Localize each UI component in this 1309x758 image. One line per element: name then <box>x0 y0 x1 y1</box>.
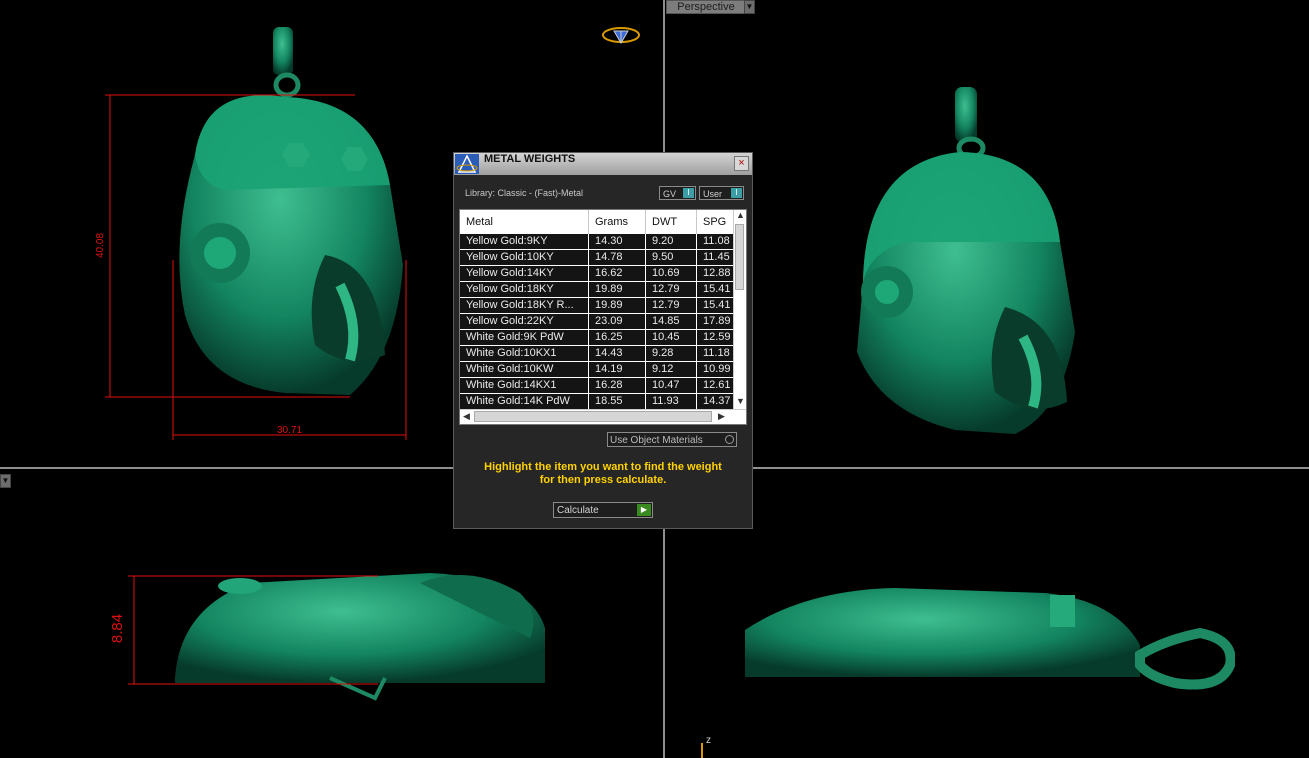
table-cell: Yellow Gold:14KY <box>460 266 589 281</box>
table-cell: 16.28 <box>589 378 646 393</box>
table-vertical-scrollbar[interactable]: ▲ ▼ <box>733 210 746 410</box>
dimension-lines-front <box>105 94 407 440</box>
dimension-height-label: 40.08 <box>95 232 107 259</box>
viewport-menu-dropdown-bottom-left[interactable]: ▼ <box>0 474 11 488</box>
scroll-up-arrow[interactable]: ▲ <box>736 210 745 220</box>
table-row[interactable]: White Gold:9K PdW 16.25 10.45 12.59 <box>460 330 742 346</box>
table-cell: 14.78 <box>589 250 646 265</box>
play-arrow-icon: ▶ <box>637 504 651 516</box>
user-toggle-label: User <box>703 189 723 199</box>
use-object-materials-label: Use Object Materials <box>610 435 703 446</box>
table-row[interactable]: Yellow Gold:10KY 14.78 9.50 11.45 <box>460 250 742 266</box>
instruction-line-1: Highlight the item you want to find the … <box>484 461 722 473</box>
matrix-logo-icon <box>455 154 479 174</box>
table-cell: 10.45 <box>646 330 697 345</box>
calculate-button[interactable]: Calculate ▶ <box>553 502 653 518</box>
table-cell: 18.55 <box>589 394 646 409</box>
radio-icon[interactable] <box>725 435 734 444</box>
dialog-title: METAL WEIGHTS <box>484 153 576 165</box>
table-cell: 14.43 <box>589 346 646 361</box>
horizontal-scroll-thumb[interactable] <box>474 411 712 422</box>
gv-toggle[interactable]: GV I <box>659 186 696 200</box>
table-cell: 9.12 <box>646 362 697 377</box>
table-cell: 14.85 <box>646 314 697 329</box>
user-toggle-knob: I <box>731 188 742 198</box>
table-row[interactable]: White Gold:10KX1 14.43 9.28 11.18 <box>460 346 742 362</box>
table-cell: 19.89 <box>589 298 646 313</box>
table-cell: 10.69 <box>646 266 697 281</box>
table-cell: Yellow Gold:22KY <box>460 314 589 329</box>
table-cell: 16.62 <box>589 266 646 281</box>
user-toggle[interactable]: User I <box>699 186 744 200</box>
library-label: Library: Classic - (Fast)-Metal <box>465 188 584 198</box>
table-cell: White Gold:14KX1 <box>460 378 589 393</box>
dimension-width-label: 30.71 <box>277 425 303 436</box>
table-cell: Yellow Gold:18KY <box>460 282 589 297</box>
viewport-menu-dropdown[interactable]: ▼ <box>744 0 755 14</box>
table-cell: White Gold:10KX1 <box>460 346 589 361</box>
viewport-label-perspective[interactable]: Perspective <box>666 0 746 14</box>
use-object-materials-option[interactable]: Use Object Materials <box>607 432 737 447</box>
table-row[interactable]: Yellow Gold:9KY 14.30 9.20 11.08 <box>460 234 742 250</box>
axis-z-label: z <box>706 735 711 746</box>
table-cell: 9.28 <box>646 346 697 361</box>
calculate-label: Calculate <box>557 505 599 516</box>
table-cell: Yellow Gold:9KY <box>460 234 589 249</box>
scroll-left-arrow[interactable]: ◀ <box>463 411 470 422</box>
table-row[interactable]: White Gold:10KW 14.19 9.12 10.99 <box>460 362 742 378</box>
table-horizontal-scrollbar[interactable]: ◀ ▶ <box>460 409 746 424</box>
table-cell: White Gold:9K PdW <box>460 330 589 345</box>
model-perspective-view[interactable] <box>845 82 1085 442</box>
table-cell: 10.47 <box>646 378 697 393</box>
scroll-right-arrow[interactable]: ▶ <box>718 411 725 422</box>
table-row[interactable]: White Gold:14KX1 16.28 10.47 12.61 <box>460 378 742 394</box>
column-header-dwt[interactable]: DWT <box>646 210 697 234</box>
axis-indicator: z <box>701 735 715 758</box>
dimension-depth-label: 8.84 <box>109 613 127 644</box>
close-button[interactable]: × <box>734 156 749 171</box>
gv-toggle-knob: I <box>683 188 694 198</box>
table-header: Metal Grams DWT SPG <box>460 210 742 234</box>
table-cell: 12.79 <box>646 282 697 297</box>
table-row[interactable]: Yellow Gold:14KY 16.62 10.69 12.88 <box>460 266 742 282</box>
table-row[interactable]: White Gold:14K PdW 18.55 11.93 14.37 <box>460 394 742 410</box>
table-cell: Yellow Gold:18KY R... <box>460 298 589 313</box>
table-cell: 14.19 <box>589 362 646 377</box>
dimension-lines-side <box>128 575 378 685</box>
dialog-title-bar[interactable]: METAL WEIGHTS × <box>454 153 752 175</box>
table-cell: Yellow Gold:10KY <box>460 250 589 265</box>
table-cell: 19.89 <box>589 282 646 297</box>
gv-toggle-label: GV <box>663 189 677 199</box>
navigation-cube-icon[interactable] <box>600 24 642 46</box>
instruction-line-2: for then press calculate. <box>539 474 667 486</box>
column-header-grams[interactable]: Grams <box>589 210 646 234</box>
table-cell: 9.20 <box>646 234 697 249</box>
metal-weights-table: Metal Grams DWT SPG Yellow Gold:9KY 14.30… <box>459 209 747 425</box>
column-header-metal[interactable]: Metal <box>460 210 589 234</box>
instruction-text: Highlight the item you want to find the … <box>454 461 752 487</box>
table-row[interactable]: Yellow Gold:18KY R... 19.89 12.79 15.41 <box>460 298 742 314</box>
table-cell: 23.09 <box>589 314 646 329</box>
vertical-scroll-thumb[interactable] <box>735 224 744 290</box>
table-cell: 11.93 <box>646 394 697 409</box>
table-row[interactable]: Yellow Gold:22KY 23.09 14.85 17.89 <box>460 314 742 330</box>
table-cell: 16.25 <box>589 330 646 345</box>
model-right-side-view[interactable] <box>745 585 1235 695</box>
table-row[interactable]: Yellow Gold:18KY 19.89 12.79 15.41 <box>460 282 742 298</box>
table-cell: 9.50 <box>646 250 697 265</box>
table-cell: 12.79 <box>646 298 697 313</box>
table-cell: 14.30 <box>589 234 646 249</box>
metal-weights-dialog: METAL WEIGHTS × Library: Classic - (Fast… <box>453 152 753 529</box>
table-cell: White Gold:14K PdW <box>460 394 589 409</box>
scroll-down-arrow[interactable]: ▼ <box>736 396 745 406</box>
table-cell: White Gold:10KW <box>460 362 589 377</box>
